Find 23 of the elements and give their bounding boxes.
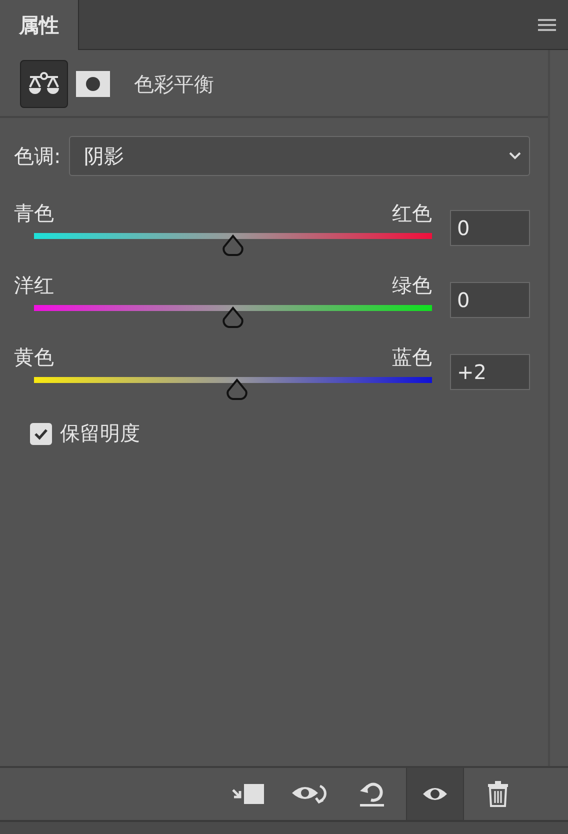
value-field[interactable]: 0 [450,282,530,318]
value-field[interactable]: 0 [450,210,530,246]
mask-icon[interactable] [76,71,110,97]
slider-thumb[interactable] [224,378,250,400]
checkbox-label: 保留明度 [60,420,140,447]
adjustment-title: 色彩平衡 [134,70,214,98]
balance-scale-icon[interactable] [20,60,68,108]
menu-icon[interactable] [538,18,556,30]
checkmark-icon [34,428,48,440]
slider-label: 黄色 [14,344,54,371]
checkbox[interactable] [30,422,52,444]
slider-thumb[interactable] [220,234,246,256]
chevron-icon [509,152,521,160]
tone-dropdown[interactable]: 阴影 [68,136,530,176]
slider-label: 绿色 [392,272,432,299]
tone-label: 色调: [14,142,61,170]
value-field[interactable]: +2 [450,354,530,390]
slider-label: 洋红 [14,272,54,299]
slider-label: 红色 [392,200,432,227]
slider-label: 青色 [14,200,54,227]
slider-label: 蓝色 [392,344,432,371]
slider-thumb[interactable] [220,306,246,328]
visibility-eye-icon[interactable] [406,768,464,820]
